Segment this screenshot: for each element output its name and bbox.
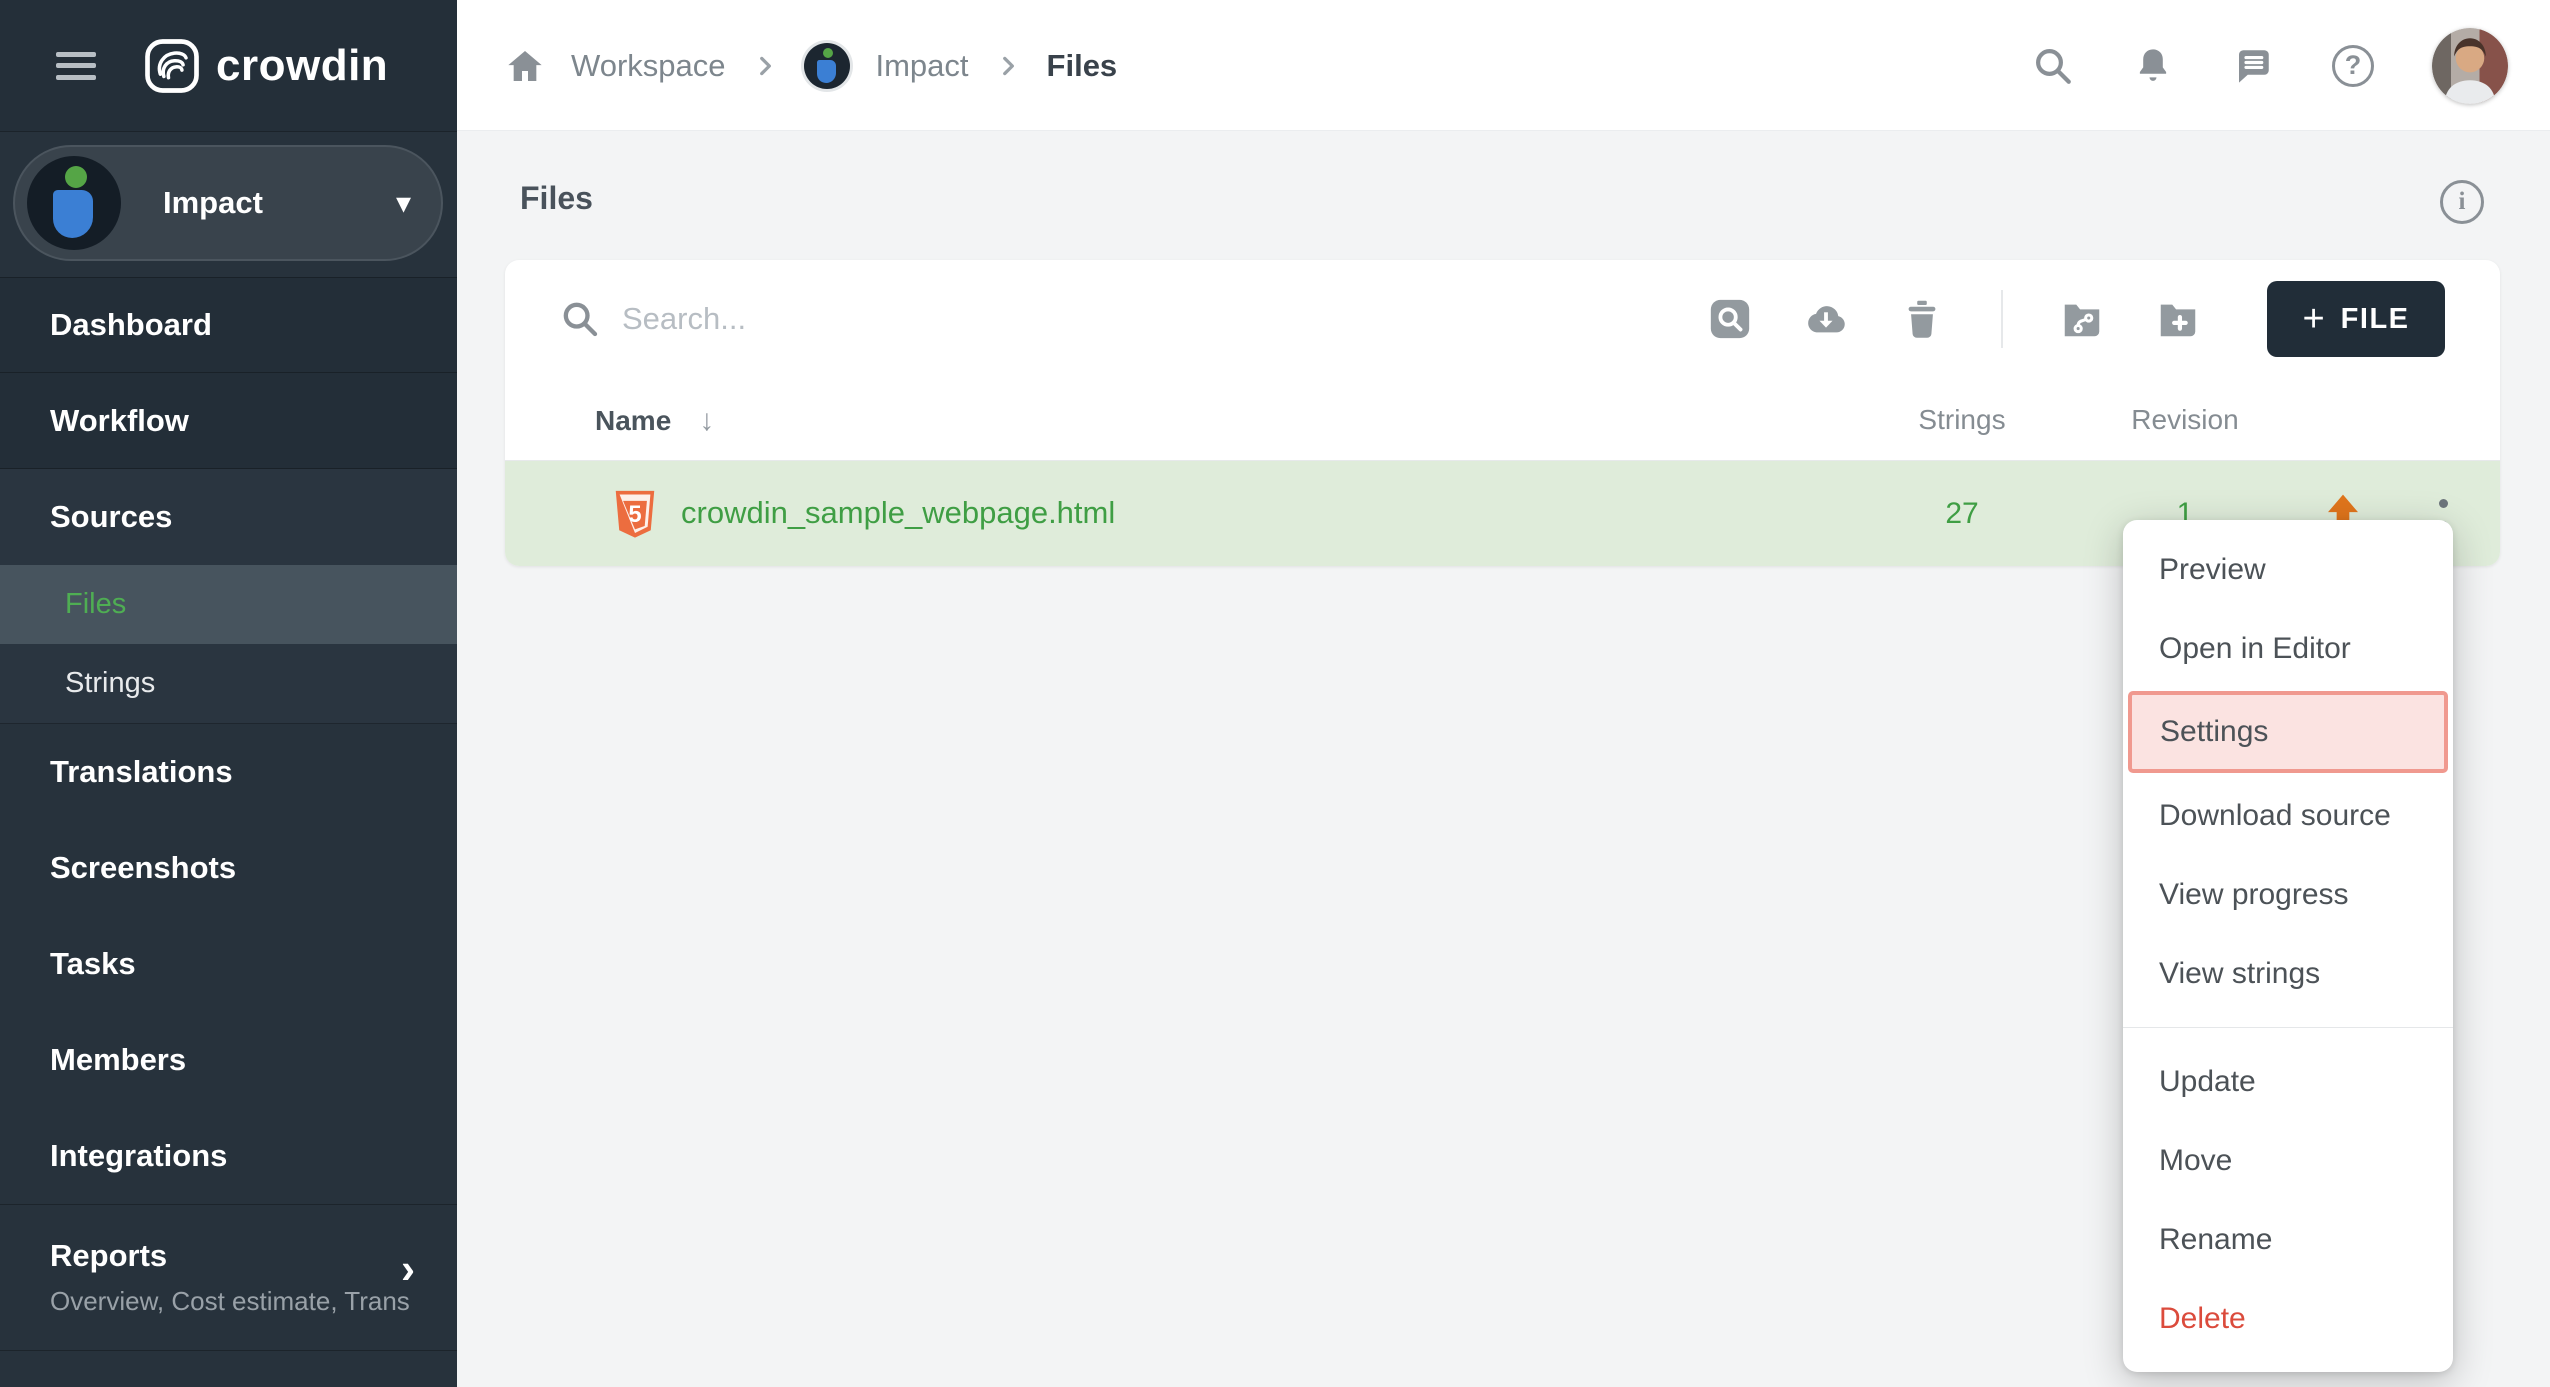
toolbar-actions: + FILE: [1707, 260, 2445, 378]
menu-item-move[interactable]: Move: [2123, 1121, 2453, 1200]
crowdin-logo-text: crowdin: [216, 41, 388, 91]
breadcrumb-project-avatar: [804, 43, 850, 89]
user-avatar[interactable]: [2432, 28, 2508, 104]
search-icon[interactable]: [2032, 45, 2074, 87]
branch-folder-icon[interactable]: [2059, 296, 2105, 342]
sidebar-item-workflow[interactable]: Workflow: [0, 373, 457, 469]
file-search: [560, 299, 1222, 339]
menu-item-preview[interactable]: Preview: [2123, 530, 2453, 609]
menu-item-settings[interactable]: Settings: [2128, 691, 2448, 773]
breadcrumb-project[interactable]: Impact: [876, 48, 969, 84]
svg-text:5: 5: [628, 501, 641, 528]
sidebar-group-sources: Sources Files Strings: [0, 469, 457, 724]
menu-item-rename[interactable]: Rename: [2123, 1200, 2453, 1279]
search-input[interactable]: [622, 301, 1222, 337]
menu-item-view-strings[interactable]: View strings: [2123, 934, 2453, 1013]
hamburger-menu-icon[interactable]: [56, 52, 96, 80]
chevron-down-icon: ▾: [396, 186, 411, 221]
html5-file-icon: 5: [613, 489, 657, 539]
add-file-button[interactable]: + FILE: [2267, 281, 2445, 357]
menu-item-download-source[interactable]: Download source: [2123, 776, 2453, 855]
project-selector[interactable]: Impact ▾: [13, 145, 443, 261]
preview-search-icon[interactable]: [1707, 296, 1753, 342]
breadcrumb-workspace[interactable]: Workspace: [571, 48, 726, 84]
menu-item-view-progress[interactable]: View progress: [2123, 855, 2453, 934]
sidebar-item-sources[interactable]: Sources: [0, 469, 457, 565]
files-toolbar: + FILE: [505, 260, 2500, 378]
project-name: Impact: [163, 185, 263, 221]
toolbar-divider: [2001, 290, 2003, 348]
table-header: Name ↓ Strings Revision: [505, 378, 2500, 461]
app-root: crowdin Impact ▾ Dashboard Workflow Sour…: [0, 0, 2550, 1387]
sidebar-item-members[interactable]: Members: [0, 1012, 457, 1108]
sidebar-item-files[interactable]: Files: [0, 565, 457, 644]
sidebar-item-screenshots[interactable]: Screenshots: [0, 820, 457, 916]
sidebar-nav: Dashboard Workflow Sources Files Strings…: [0, 277, 457, 1351]
help-icon[interactable]: ?: [2332, 45, 2374, 87]
topbar-icons: ?: [2032, 0, 2508, 131]
column-header-name[interactable]: Name ↓: [595, 404, 714, 438]
sidebar-item-tasks[interactable]: Tasks: [0, 916, 457, 1012]
crowdin-logo[interactable]: crowdin: [144, 38, 388, 94]
menu-divider: [2123, 1027, 2453, 1028]
chevron-right-icon: [752, 53, 778, 79]
plus-icon: +: [2302, 300, 2324, 338]
file-context-menu: Preview Open in Editor Settings Download…: [2123, 520, 2453, 1372]
column-header-revision[interactable]: Revision: [2130, 404, 2240, 436]
reports-subtitle: Overview, Cost estimate, Transl…: [50, 1286, 410, 1317]
notifications-bell-icon[interactable]: [2132, 45, 2174, 87]
column-header-strings[interactable]: Strings: [1917, 404, 2007, 436]
trash-icon[interactable]: [1899, 296, 1945, 342]
menu-item-open-in-editor[interactable]: Open in Editor: [2123, 609, 2453, 688]
page-title: Files: [520, 180, 593, 217]
column-name-label: Name: [595, 405, 671, 437]
breadcrumb: Workspace Impact Files: [505, 0, 1117, 131]
sidebar: crowdin Impact ▾ Dashboard Workflow Sour…: [0, 0, 457, 1387]
sidebar-item-translations[interactable]: Translations: [0, 724, 457, 820]
project-avatar: [27, 156, 121, 250]
topbar: Workspace Impact Files ?: [457, 0, 2550, 131]
breadcrumb-current: Files: [1047, 48, 1118, 84]
sort-descending-icon: ↓: [699, 404, 714, 438]
menu-item-update[interactable]: Update: [2123, 1042, 2453, 1121]
add-file-button-label: FILE: [2341, 303, 2410, 336]
messages-icon[interactable]: [2232, 45, 2274, 87]
sidebar-item-reports[interactable]: Reports Overview, Cost estimate, Transl……: [0, 1204, 457, 1351]
sidebar-item-strings[interactable]: Strings: [0, 644, 457, 723]
chevron-right-icon: [995, 53, 1021, 79]
download-cloud-icon[interactable]: [1803, 296, 1849, 342]
info-icon[interactable]: i: [2440, 180, 2484, 224]
search-icon: [560, 299, 600, 339]
add-folder-icon[interactable]: [2155, 296, 2201, 342]
menu-item-delete[interactable]: Delete: [2123, 1279, 2453, 1358]
chevron-right-icon: ›: [401, 1245, 415, 1293]
file-name[interactable]: crowdin_sample_webpage.html: [681, 495, 1115, 531]
reports-label: Reports: [50, 1238, 457, 1274]
sidebar-item-integrations[interactable]: Integrations: [0, 1108, 457, 1204]
crowdin-logo-icon: [144, 38, 200, 94]
file-strings-count: 27: [1917, 497, 2007, 531]
home-icon[interactable]: [505, 46, 545, 86]
sidebar-item-dashboard[interactable]: Dashboard: [0, 277, 457, 373]
sidebar-header: crowdin: [0, 0, 457, 132]
